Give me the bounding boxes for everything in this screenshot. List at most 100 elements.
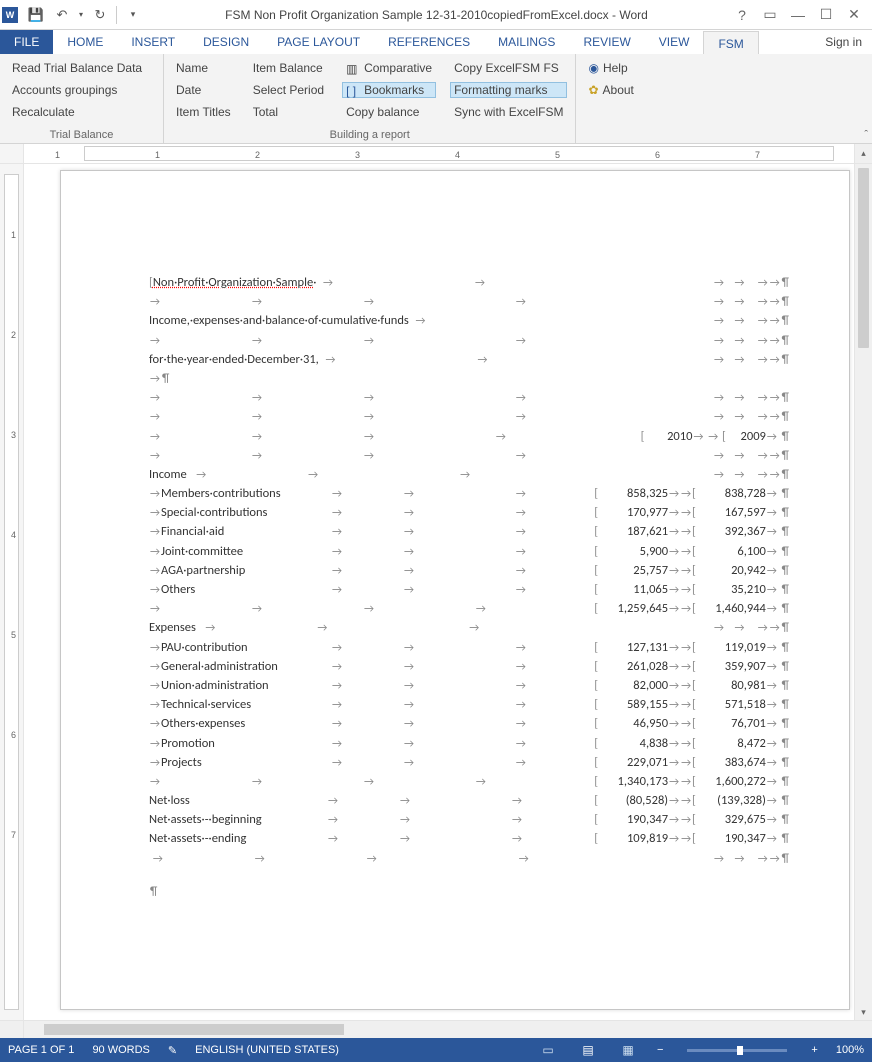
document-line[interactable]: Income,·expenses·and·balance·of·cumulati… <box>149 315 789 334</box>
document-line[interactable]: ¶ <box>149 886 789 905</box>
ribbon-copy-excelfsm-fs[interactable]: Copy ExcelFSM FS <box>450 60 567 76</box>
ribbon-group-help: ◉Help ✿About <box>576 54 645 143</box>
document-page: [Non·Profit·Organization·Sample· →→→ → →… <box>60 170 850 1010</box>
read-mode-view[interactable]: ▭ <box>537 1041 559 1059</box>
qat-customize[interactable]: ▾ <box>121 3 145 27</box>
scroll-down-button[interactable]: ▾ <box>855 1004 872 1020</box>
vruler-mark: 6 <box>11 730 16 740</box>
horizontal-ruler[interactable]: 11234567 ▴ <box>0 144 872 164</box>
ribbon-item-titles[interactable]: Item Titles <box>172 104 235 120</box>
document-line[interactable]: →→→→→ → →→¶ <box>149 853 789 872</box>
vruler-mark: 4 <box>11 530 16 540</box>
document-line[interactable]: →Others·expenses→→→[46,950→→[76,701→ ¶ <box>149 718 789 737</box>
vruler-mark: 5 <box>11 630 16 640</box>
ribbon-comparative[interactable]: ▥Comparative <box>342 60 436 76</box>
ruler-mark: 4 <box>455 150 460 160</box>
document-line[interactable]: →→→→[1,259,645→→[1,460,944→ ¶ <box>149 603 789 622</box>
document-line[interactable]: →→→→→ → →→¶ <box>149 411 789 430</box>
word-app-icon: W <box>2 7 18 23</box>
document-line[interactable]: →Promotion→→→[4,838→→[8,472→ ¶ <box>149 738 789 757</box>
ribbon-copy-balance[interactable]: Copy balance <box>342 104 436 120</box>
language-indicator[interactable]: ENGLISH (UNITED STATES) <box>195 1044 339 1056</box>
document-line[interactable]: [Non·Profit·Organization·Sample· →→→ → →… <box>149 277 789 296</box>
ruler-mark: 1 <box>55 150 60 160</box>
about-item[interactable]: ✿About <box>584 82 637 98</box>
close-button[interactable]: ✕ <box>840 4 868 26</box>
vruler-mark: 2 <box>11 330 16 340</box>
page-indicator[interactable]: PAGE 1 OF 1 <box>8 1044 74 1056</box>
zoom-out[interactable]: − <box>657 1044 663 1056</box>
zoom-slider[interactable] <box>687 1049 787 1052</box>
document-line[interactable]: →¶ <box>149 373 789 392</box>
ribbon-group-building-report: Name Date Item Titles Item Balance Select P… <box>164 54 576 143</box>
ribbon-name[interactable]: Name <box>172 60 235 76</box>
save-button[interactable]: 💾 <box>24 3 48 27</box>
ribbon-group-label: Trial Balance <box>0 129 163 143</box>
scrollbar-thumb[interactable] <box>858 168 869 348</box>
help-item[interactable]: ◉Help <box>584 60 637 76</box>
tab-review[interactable]: REVIEW <box>569 30 644 54</box>
undo-dropdown[interactable]: ▾ <box>76 3 86 27</box>
ruler-mark: 3 <box>355 150 360 160</box>
ribbon-total[interactable]: Total <box>249 104 328 120</box>
tab-file[interactable]: FILE <box>0 30 53 54</box>
web-layout-view[interactable]: ▦ <box>617 1041 639 1059</box>
ribbon-item-balance[interactable]: Item Balance <box>249 60 328 76</box>
sign-in-link[interactable]: Sign in <box>815 30 872 54</box>
print-layout-view[interactable]: ▤ <box>577 1041 599 1059</box>
undo-button[interactable]: ↶ <box>50 3 74 27</box>
ruler-mark: 6 <box>655 150 660 160</box>
window-title: FSM Non Profit Organization Sample 12-31… <box>145 8 728 22</box>
tab-page-layout[interactable]: PAGE LAYOUT <box>263 30 374 54</box>
minimize-button[interactable]: — <box>784 4 812 26</box>
collapse-ribbon-button[interactable]: ˆ <box>864 129 868 141</box>
document-line[interactable]: →→→→→ → →→¶ <box>149 335 789 354</box>
tab-view[interactable]: VIEW <box>645 30 704 54</box>
vruler-mark: 1 <box>11 230 16 240</box>
help-icon: ◉ <box>588 61 598 75</box>
ribbon-display-options[interactable]: ▭ <box>756 4 784 26</box>
help-button[interactable]: ? <box>728 4 756 26</box>
vertical-scrollbar[interactable]: ▾ <box>854 164 872 1020</box>
zoom-level[interactable]: 100% <box>836 1044 864 1056</box>
vertical-ruler[interactable]: 1234567 <box>0 164 24 1020</box>
ribbon-sync-with-excelfsm[interactable]: Sync with ExcelFSM <box>450 104 567 120</box>
ribbon-recalculate[interactable]: Recalculate <box>8 104 146 120</box>
ribbon-group-trial-balance: Read Trial Balance Data Accounts grouping… <box>0 54 164 143</box>
tab-fsm[interactable]: FSM <box>703 31 758 55</box>
horizontal-scrollbar[interactable] <box>0 1020 872 1038</box>
document-viewport[interactable]: [Non·Profit·Organization·Sample· →→→ → →… <box>24 164 854 1020</box>
document-line[interactable]: Expenses →→→→ → →→¶ <box>149 622 789 641</box>
ribbon-date[interactable]: Date <box>172 82 235 98</box>
tab-home[interactable]: HOME <box>53 30 117 54</box>
tab-design[interactable]: DESIGN <box>189 30 263 54</box>
bookmarks-icon: [ ] <box>346 84 360 96</box>
document-line[interactable]: →PAU·contribution→→→[127,131→→[119,019→ … <box>149 642 789 661</box>
document-line[interactable]: →Projects→→→[229,071→→[383,674→ ¶ <box>149 757 789 776</box>
ribbon-formatting-marks[interactable]: Formatting marks <box>450 82 567 98</box>
document-line[interactable]: →Joint·committee→→→[5,900→→[6,100→ ¶ <box>149 546 789 565</box>
document-line[interactable]: →→→→→ → →→¶ <box>149 450 789 469</box>
tab-references[interactable]: REFERENCES <box>374 30 484 54</box>
document-line[interactable]: →→→→[2010→ → [2009→ ¶ <box>149 431 789 450</box>
about-icon: ✿ <box>588 83 598 97</box>
maximize-button[interactable]: ☐ <box>812 4 840 26</box>
zoom-in[interactable]: + <box>811 1044 817 1056</box>
vruler-mark: 7 <box>11 830 16 840</box>
ribbon-accounts-groupings[interactable]: Accounts groupings <box>8 82 146 98</box>
scroll-up-button[interactable]: ▴ <box>854 144 872 163</box>
document-line[interactable]: →Financial·aid→→→[187,621→→[392,367→ ¶ <box>149 526 789 545</box>
redo-button[interactable]: ↻ <box>88 3 112 27</box>
document-line[interactable]: →→→→→ → →→¶ <box>149 392 789 411</box>
tab-mailings[interactable]: MAILINGS <box>484 30 569 54</box>
ribbon-select-period[interactable]: Select Period <box>249 82 328 98</box>
proofing-icon[interactable]: ✎ <box>168 1044 177 1057</box>
word-count[interactable]: 90 WORDS <box>92 1044 149 1056</box>
tab-insert[interactable]: INSERT <box>117 30 189 54</box>
document-line[interactable]: Net·assets·-·ending→→→[109,819→→[190,347… <box>149 833 789 852</box>
ribbon-read-trial-balance-data[interactable]: Read Trial Balance Data <box>8 60 146 76</box>
comparative-icon: ▥ <box>346 62 360 74</box>
ribbon-bookmarks[interactable]: [ ]Bookmarks <box>342 82 436 98</box>
hscrollbar-thumb[interactable] <box>44 1024 344 1035</box>
document-line[interactable]: for·the·year·ended·December·31, →→→ → →→… <box>149 354 789 373</box>
